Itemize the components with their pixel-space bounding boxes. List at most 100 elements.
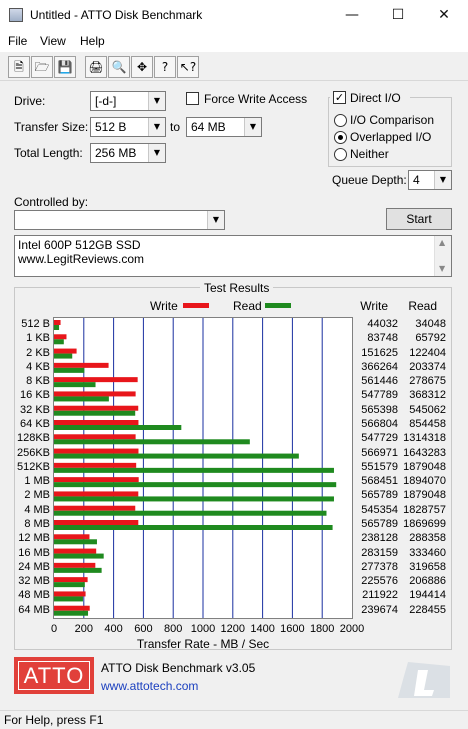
read-bar xyxy=(54,567,102,573)
transfer-size-from-select[interactable]: 512 B ▼ xyxy=(90,117,166,137)
read-value: 228455 xyxy=(409,603,446,616)
write-bar xyxy=(54,520,139,525)
toolbar: 🗎 🗁 💾 🖨 🔍 ✥ ? ↖? xyxy=(0,53,468,81)
print-preview-icon[interactable]: 🔍 xyxy=(108,56,130,78)
row-label: 64 KB xyxy=(20,418,50,430)
write-bar xyxy=(54,505,136,511)
queue-depth-label: Queue Depth: xyxy=(332,173,407,187)
read-bar xyxy=(54,453,299,459)
read-value: 1879048 xyxy=(403,489,446,502)
scroll-up-icon: ▲ xyxy=(439,238,446,247)
write-bar xyxy=(54,534,90,540)
menu-help[interactable]: Help xyxy=(80,34,105,48)
row-label: 16 MB xyxy=(18,546,50,559)
write-bar xyxy=(54,462,137,468)
read-bar xyxy=(54,539,97,545)
write-bar xyxy=(54,448,139,454)
read-bar xyxy=(54,525,333,530)
row-label: 512KB xyxy=(16,460,50,473)
row-label: 24 MB xyxy=(18,560,50,573)
print-icon[interactable]: 🖨 xyxy=(85,56,107,78)
chevron-down-icon: ▼ xyxy=(148,92,165,110)
row-label: 16 KB xyxy=(20,389,50,402)
x-axis-label: Transfer Rate - MB / Sec xyxy=(136,637,270,651)
io-comparison-radio[interactable] xyxy=(334,114,347,127)
chevron-down-icon: ▼ xyxy=(434,171,451,189)
row-label: 48 MB xyxy=(18,589,50,602)
chart-plot-area xyxy=(53,317,353,619)
force-write-checkbox[interactable] xyxy=(186,92,199,105)
row-label: 256KB xyxy=(16,446,50,459)
start-button[interactable]: Start xyxy=(386,208,452,230)
save-icon[interactable]: 💾 xyxy=(54,56,76,78)
row-label: 4 KB xyxy=(26,360,50,373)
drive-select[interactable]: [-d-] ▼ xyxy=(90,91,166,111)
menu-bar: File View Help xyxy=(0,30,468,52)
description-textarea[interactable]: Intel 600P 512GB SSD www.LegitReviews.co… xyxy=(14,235,452,277)
read-value: 34048 xyxy=(415,318,446,330)
read-bar xyxy=(54,425,182,430)
new-file-icon[interactable]: 🗎 xyxy=(8,56,30,78)
read-value: 194414 xyxy=(409,589,446,602)
transfer-to-value: 64 MB xyxy=(191,120,226,134)
move-icon[interactable]: ✥ xyxy=(131,56,153,78)
read-value: 288358 xyxy=(409,532,446,545)
write-bar xyxy=(54,477,139,483)
legend-read-label: Read xyxy=(233,299,262,313)
context-help-icon[interactable]: ↖? xyxy=(177,56,199,78)
status-text: For Help, press F1 xyxy=(4,713,104,727)
write-bar xyxy=(54,434,136,440)
neither-label: Neither xyxy=(350,147,389,161)
status-bar: For Help, press F1 xyxy=(0,710,468,729)
to-label: to xyxy=(170,120,181,134)
minimize-icon[interactable]: — xyxy=(329,0,375,30)
controlled-by-select[interactable]: ▼ xyxy=(14,210,225,230)
overlapped-io-radio[interactable] xyxy=(334,131,347,144)
read-bar xyxy=(54,325,60,330)
read-bar xyxy=(54,367,85,373)
read-bar xyxy=(54,510,327,516)
row-label: 32 KB xyxy=(20,403,50,416)
app-icon xyxy=(9,8,23,22)
read-value: 368312 xyxy=(409,389,446,402)
read-bar xyxy=(54,596,83,602)
attotech-link[interactable]: www.attotech.com xyxy=(101,679,198,693)
description-scrollbar[interactable]: ▲ ▼ xyxy=(434,236,451,276)
close-icon[interactable]: ✕ xyxy=(421,0,467,30)
queue-depth-select[interactable]: 4 ▼ xyxy=(408,170,452,190)
open-folder-icon[interactable]: 🗁 xyxy=(31,56,53,78)
write-bar xyxy=(54,605,90,611)
write-bar xyxy=(54,405,139,411)
menu-view[interactable]: View xyxy=(40,34,66,48)
controlled-by-label: Controlled by: xyxy=(14,195,89,209)
row-label: 32 MB xyxy=(18,575,50,588)
write-bar xyxy=(54,348,77,354)
atto-logo[interactable]: ATTO xyxy=(14,657,94,694)
legend-read-swatch xyxy=(265,303,291,308)
direct-io-checkbox[interactable]: ✓ xyxy=(333,91,346,104)
read-bar xyxy=(54,339,64,345)
neither-radio[interactable] xyxy=(334,148,347,161)
total-length-label: Total Length: xyxy=(14,146,83,160)
read-value: 1828757 xyxy=(403,503,446,516)
description-line-1: Intel 600P 512GB SSD xyxy=(18,238,141,252)
read-value: 319658 xyxy=(409,560,446,573)
transfer-size-to-select[interactable]: 64 MB ▼ xyxy=(186,117,262,137)
write-bar xyxy=(54,420,139,425)
maximize-icon[interactable]: ☐ xyxy=(375,0,421,30)
row-label: 64 MB xyxy=(18,603,50,616)
logo-text: ATTO xyxy=(18,661,90,690)
write-bar xyxy=(54,562,96,568)
write-bar xyxy=(54,391,136,397)
read-value: 333460 xyxy=(409,546,446,559)
read-bar xyxy=(54,439,250,445)
menu-file[interactable]: File xyxy=(8,34,27,48)
help-icon[interactable]: ? xyxy=(154,56,176,78)
total-length-select[interactable]: 256 MB ▼ xyxy=(90,143,166,163)
read-value: 1879048 xyxy=(403,460,446,473)
row-label: 2 MB xyxy=(24,489,50,502)
chevron-down-icon: ▼ xyxy=(148,118,165,136)
transfer-from-value: 512 B xyxy=(95,120,127,134)
write-bar xyxy=(54,362,109,368)
read-value: 122404 xyxy=(409,346,446,359)
